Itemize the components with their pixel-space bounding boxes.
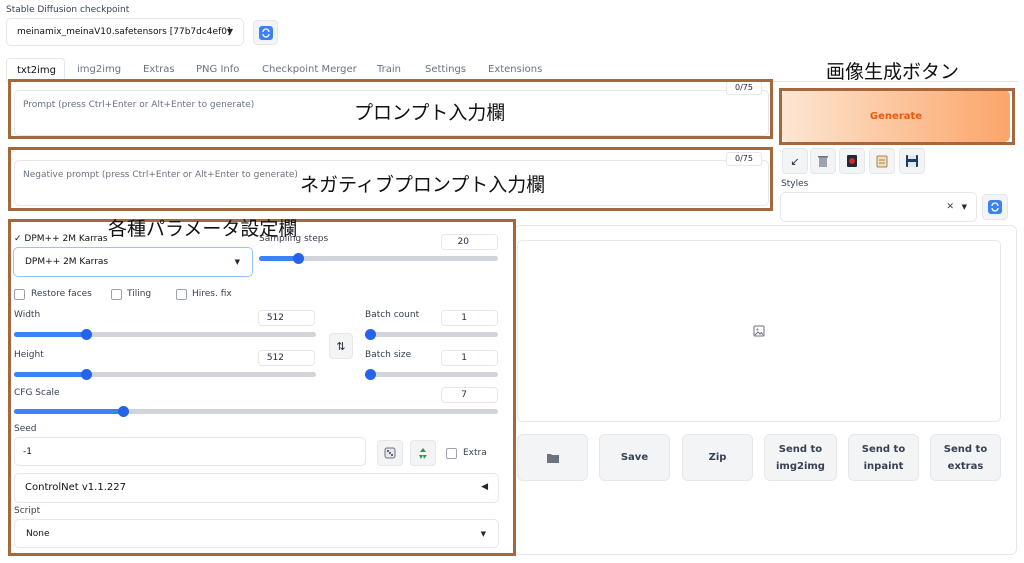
checkpoint-label: Stable Diffusion checkpoint — [6, 5, 130, 15]
tab-checkpoint-merger[interactable]: Checkpoint Merger — [262, 64, 357, 75]
styles-label: Styles — [781, 179, 809, 189]
image-preview — [517, 240, 1001, 422]
generate-annotation-label: 画像生成ボタン — [826, 61, 960, 83]
save-style-button[interactable] — [899, 148, 925, 174]
generate-annotation-box — [779, 88, 1015, 145]
checkpoint-value: meinamix_meinaV10.safetensors [77b7dc4ef… — [17, 27, 231, 37]
send-to-inpaint-button[interactable]: Send to inpaint — [848, 434, 919, 481]
extra-networks-icon — [847, 155, 857, 167]
clipboard-icon — [876, 155, 888, 168]
folder-icon — [546, 453, 559, 463]
save-button[interactable]: Save — [599, 434, 670, 481]
read-params-button[interactable]: ↙ — [782, 148, 808, 174]
params-annotation-label: 各種パラメータ設定欄 — [108, 218, 298, 240]
tab-extensions[interactable]: Extensions — [488, 64, 542, 75]
tab-extras[interactable]: Extras — [143, 64, 175, 75]
refresh-checkpoint-button[interactable] — [253, 20, 278, 45]
tab-train[interactable]: Train — [377, 64, 401, 75]
send-to-img2img-button[interactable]: Send to img2img — [764, 434, 837, 481]
checkpoint-select[interactable]: meinamix_meinaV10.safetensors [77b7dc4ef… — [6, 18, 244, 46]
image-placeholder-icon — [753, 325, 765, 337]
trash-icon — [818, 156, 828, 167]
tab-label: txt2img — [17, 65, 56, 76]
floppy-disk-icon — [906, 155, 918, 167]
prompt-annotation-label: プロンプト入力欄 — [354, 102, 506, 124]
tab-settings[interactable]: Settings — [425, 64, 466, 75]
refresh-icon — [988, 200, 1002, 214]
clear-prompt-button[interactable] — [810, 148, 836, 174]
arrow-down-left-icon: ↙ — [790, 154, 800, 168]
open-folder-button[interactable] — [517, 434, 588, 481]
chevron-down-icon: ▼ — [226, 27, 233, 36]
send-to-extras-button[interactable]: Send to extras — [930, 434, 1001, 481]
clear-icon[interactable]: ✕ — [946, 202, 954, 212]
tab-png-info[interactable]: PNG Info — [196, 64, 239, 75]
params-annotation-box — [8, 219, 516, 556]
styles-select[interactable]: ✕ ▼ — [780, 192, 977, 222]
refresh-styles-button[interactable] — [982, 194, 1008, 220]
apply-styles-button[interactable] — [869, 148, 895, 174]
refresh-icon — [258, 25, 273, 40]
negative-prompt-annotation-label: ネガティブプロンプト入力欄 — [300, 174, 546, 196]
chevron-down-icon: ▼ — [961, 203, 967, 211]
tab-img2img[interactable]: img2img — [77, 64, 121, 75]
show-extra-networks-button[interactable] — [839, 148, 865, 174]
zip-button[interactable]: Zip — [682, 434, 753, 481]
